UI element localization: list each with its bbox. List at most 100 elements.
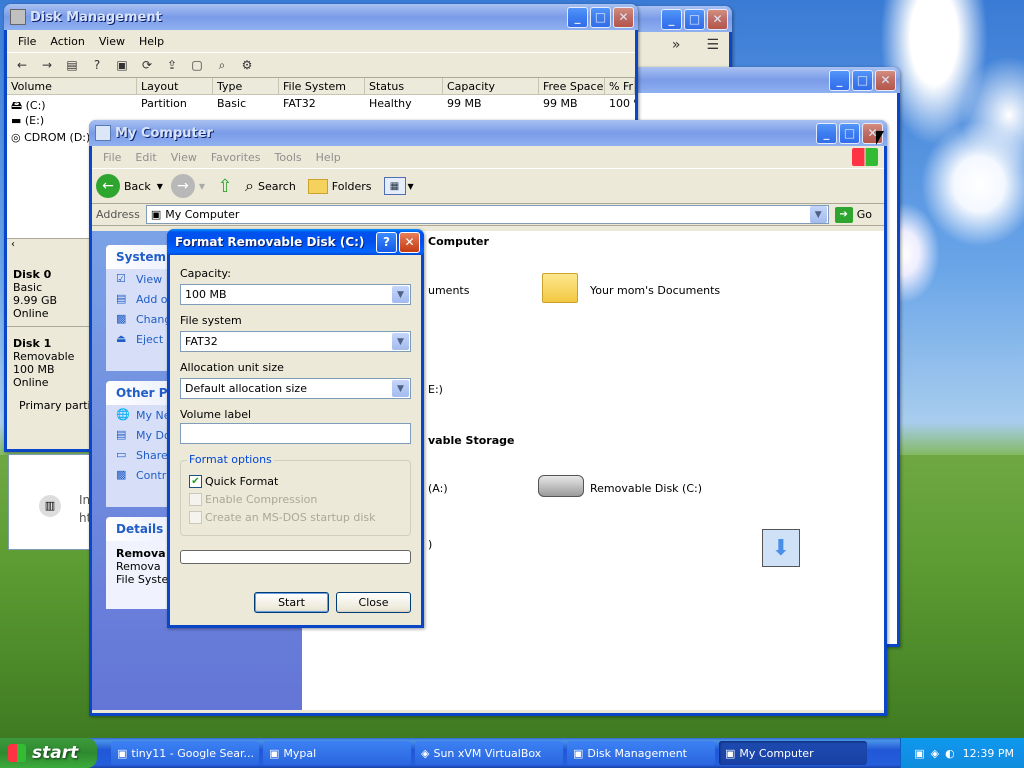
cd-drive-label[interactable]: ) xyxy=(428,538,432,551)
col-capacity[interactable]: Capacity xyxy=(443,78,539,94)
close-button[interactable]: ✕ xyxy=(613,6,634,28)
chevron-down-icon[interactable]: ▼ xyxy=(157,182,163,191)
enable-compression-checkbox[interactable]: Enable Compression xyxy=(189,493,317,506)
taskbar-item-disk-management[interactable]: ▣ Disk Management xyxy=(567,741,715,765)
go-button[interactable]: ➔ Go xyxy=(834,206,872,223)
refresh-icon[interactable]: ⟳ xyxy=(136,55,158,75)
allocation-unit-select[interactable]: Default allocation size ▼ xyxy=(180,378,411,399)
taskbar-item-my-computer[interactable]: ▣ My Computer xyxy=(719,741,867,765)
percent-free-cell: 100 % xyxy=(609,97,635,110)
menu-edit[interactable]: Edit xyxy=(128,151,163,164)
menu-tools[interactable]: Tools xyxy=(268,151,309,164)
maximize-button[interactable]: □ xyxy=(684,8,705,30)
clock[interactable]: 12:39 PM xyxy=(963,747,1014,760)
maximize-button[interactable]: □ xyxy=(839,122,860,144)
col-status[interactable]: Status xyxy=(365,78,443,94)
close-dialog-button[interactable]: Close xyxy=(336,592,411,613)
window-title: My Computer xyxy=(115,125,213,141)
help-icon[interactable]: ? xyxy=(86,55,108,75)
network-icon[interactable]: ▣ xyxy=(914,747,924,760)
documents-label[interactable]: uments xyxy=(428,284,469,297)
show-hide-tree-icon[interactable]: ▤ xyxy=(61,55,83,75)
properties-icon[interactable]: ▣ xyxy=(111,55,133,75)
menu-file[interactable]: File xyxy=(11,35,43,48)
help-button[interactable]: ? xyxy=(376,231,397,253)
forward-button[interactable]: → ▼ xyxy=(170,174,205,198)
drive-e-label[interactable]: E:) xyxy=(428,383,443,396)
folder-icon[interactable] xyxy=(542,273,578,303)
chevron-down-icon[interactable]: ▼ xyxy=(809,206,827,223)
menu-help[interactable]: Help xyxy=(309,151,348,164)
forward-arrow-icon[interactable]: → xyxy=(36,55,58,75)
forward-arrow-icon: → xyxy=(170,174,195,198)
disk-0-label[interactable]: Disk 0 Basic 9.99 GB Online xyxy=(7,262,97,320)
file-system-select[interactable]: FAT32 ▼ xyxy=(180,331,411,352)
msdos-startup-checkbox[interactable]: Create an MS-DOS startup disk xyxy=(189,511,376,524)
col-type[interactable]: Type xyxy=(213,78,279,94)
chevron-more-icon[interactable]: » xyxy=(672,37,681,53)
disk-management-titlebar[interactable]: Disk Management _ □ ✕ xyxy=(4,4,638,30)
minimize-button[interactable]: _ xyxy=(829,69,850,91)
disk-1-label[interactable]: Disk 1 Removable 100 MB Online xyxy=(7,326,97,389)
col-free-space[interactable]: Free Space xyxy=(539,78,605,94)
floppy-label[interactable]: (A:) xyxy=(428,482,448,495)
horizontal-scrollbar[interactable]: ‹ xyxy=(7,238,97,254)
format-dialog[interactable]: Format Removable Disk (C:) ? ✕ Capacity:… xyxy=(167,229,424,628)
taskbar-item-browser[interactable]: ▣ tiny11 - Google Sear... xyxy=(111,741,259,765)
maximize-button[interactable]: □ xyxy=(590,6,611,28)
minimize-button[interactable]: _ xyxy=(567,6,588,28)
close-button[interactable]: ✕ xyxy=(875,69,896,91)
maximize-button[interactable]: □ xyxy=(852,69,873,91)
details-name: Remova xyxy=(116,547,166,560)
address-input[interactable]: ▣ My Computer ▼ xyxy=(145,205,829,224)
security-shield-icon[interactable]: ◈ xyxy=(931,747,939,760)
open-icon[interactable]: ▢ xyxy=(186,55,208,75)
background-window-2-titlebar[interactable]: _ □ ✕ xyxy=(620,67,900,93)
menu-file[interactable]: File xyxy=(96,151,128,164)
free-space-cell: 99 MB xyxy=(543,97,578,110)
download-arrow-icon[interactable]: ⬇ xyxy=(762,529,800,567)
removable-disk-label[interactable]: Removable Disk (C:) xyxy=(590,482,702,495)
back-arrow-icon[interactable]: ← xyxy=(11,55,33,75)
search-button[interactable]: ⌕ Search xyxy=(245,176,296,196)
my-computer-icon: ▣ xyxy=(725,746,736,760)
start-button[interactable]: start xyxy=(0,738,97,768)
menu-view[interactable]: View xyxy=(164,151,204,164)
volume-label-input[interactable] xyxy=(180,423,411,444)
quick-format-checkbox[interactable]: ✔ Quick Format xyxy=(189,475,278,488)
export-icon[interactable]: ⇪ xyxy=(161,55,183,75)
close-button[interactable]: ✕ xyxy=(707,8,728,30)
moms-documents-label[interactable]: Your mom's Documents xyxy=(590,284,720,297)
my-computer-titlebar[interactable]: My Computer _ □ ✕ xyxy=(89,120,887,146)
menu-help[interactable]: Help xyxy=(132,35,171,48)
partition-legend: Primary partit xyxy=(19,399,95,412)
format-dialog-titlebar[interactable]: Format Removable Disk (C:) ? ✕ xyxy=(167,229,424,255)
col-percent-free[interactable]: % Fr xyxy=(605,78,635,94)
removable-disk-icon[interactable] xyxy=(538,475,584,497)
up-folder-icon[interactable]: ⇧ xyxy=(213,174,237,198)
minimize-button[interactable]: _ xyxy=(661,8,682,30)
views-button[interactable]: ▦ ▼ xyxy=(383,177,414,195)
back-button[interactable]: ← Back ▼ xyxy=(96,174,163,198)
folders-button[interactable]: Folders xyxy=(307,178,372,194)
col-file-system[interactable]: File System xyxy=(279,78,365,94)
menu-icon[interactable]: ☰ xyxy=(706,37,719,53)
zoom-icon[interactable]: ⌕ xyxy=(211,55,233,75)
col-layout[interactable]: Layout xyxy=(137,78,213,94)
volume-icon[interactable]: ◐ xyxy=(945,747,955,760)
format-options-label: Format options xyxy=(187,453,274,466)
browser-window-partial[interactable]: ▥ In ht xyxy=(8,454,94,550)
table-row[interactable]: 🖴 (C:) Partition Basic FAT32 Healthy 99 … xyxy=(7,95,635,112)
minimize-button[interactable]: _ xyxy=(816,122,837,144)
menu-action[interactable]: Action xyxy=(43,35,91,48)
close-button[interactable]: ✕ xyxy=(399,231,420,253)
start-button[interactable]: Start xyxy=(254,592,329,613)
col-volume[interactable]: Volume xyxy=(7,78,137,94)
taskbar-item-mypal[interactable]: ▣ Mypal xyxy=(263,741,411,765)
menu-view[interactable]: View xyxy=(92,35,132,48)
taskbar: start ▣ tiny11 - Google Sear... ▣ Mypal ◈ S… xyxy=(0,738,1024,768)
menu-favorites[interactable]: Favorites xyxy=(204,151,268,164)
settings-icon[interactable]: ⚙ xyxy=(236,55,258,75)
capacity-select[interactable]: 100 MB ▼ xyxy=(180,284,411,305)
taskbar-item-virtualbox[interactable]: ◈ Sun xVM VirtualBox xyxy=(415,741,563,765)
